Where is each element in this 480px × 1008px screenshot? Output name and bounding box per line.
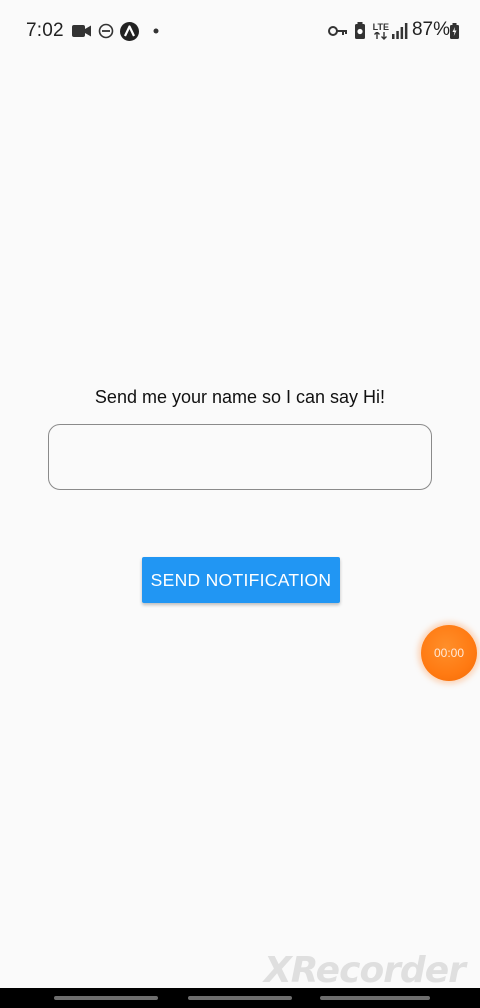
navigation-bar <box>0 988 480 1008</box>
lte-label: LTE <box>372 21 389 32</box>
dot-icon <box>153 28 159 34</box>
status-left-group: 7:02 <box>26 19 159 43</box>
prompt-label: Send me your name so I can say Hi! <box>94 387 386 407</box>
video-camera-icon <box>71 24 92 38</box>
vpn-key-icon <box>327 25 348 37</box>
lte-icon: LTE <box>372 21 389 40</box>
nav-home-button[interactable] <box>188 996 292 1000</box>
battery-icon <box>450 23 459 39</box>
signal-icon <box>392 23 408 39</box>
nav-back-button[interactable] <box>320 996 430 1000</box>
status-right-group: LTE <box>327 19 408 43</box>
recorder-bubble[interactable]: 00:00 <box>421 625 477 681</box>
battery-saver-icon <box>354 22 366 40</box>
send-notification-label: SEND NOTIFICATION <box>150 569 332 590</box>
app-logo-icon <box>119 21 139 41</box>
do-not-disturb-icon <box>98 23 114 39</box>
battery-percent: 87% <box>411 19 450 40</box>
recorder-timer: 00:00 <box>433 646 465 660</box>
status-time: 7:02 <box>26 20 64 41</box>
nav-recents-button[interactable] <box>54 996 158 1000</box>
send-notification-button[interactable]: SEND NOTIFICATION <box>142 557 340 603</box>
status-bar: 7:02 LTE 87% <box>0 0 480 64</box>
xrecorder-watermark: XRecorder <box>264 950 466 991</box>
name-input[interactable] <box>48 424 432 490</box>
